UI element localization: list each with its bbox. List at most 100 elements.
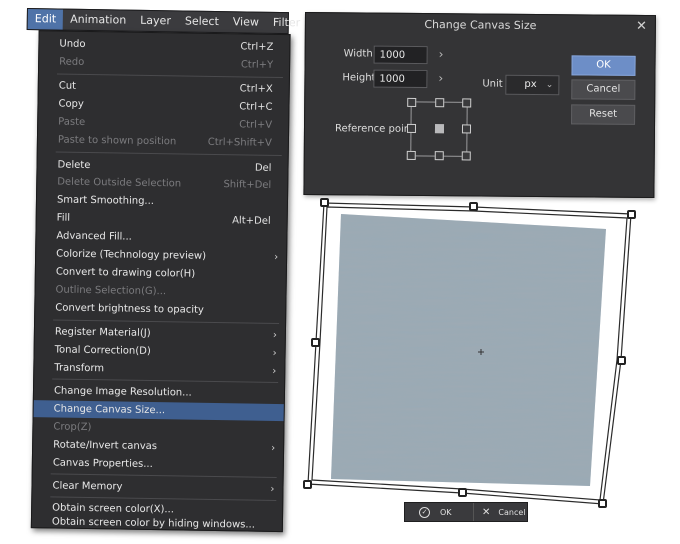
close-icon: ✕ (482, 506, 491, 518)
canvas-resize-frame (307, 202, 632, 505)
menu-item-label: Copy (58, 98, 84, 110)
menubar-layer[interactable]: Layer (133, 11, 178, 32)
menu-item-label: Clear Memory (52, 480, 123, 493)
chevron-right-icon: › (272, 365, 277, 377)
menu-item-label: Convert to drawing color(H) (55, 266, 196, 280)
change-canvas-size-dialog: Change Canvas Size ✕ Width: 1000 › Heigh… (303, 12, 656, 199)
menu-item-label: Redo (59, 56, 85, 68)
menu-item-label: Undo (59, 38, 86, 50)
menubar-filter[interactable]: Filter (266, 13, 308, 34)
ref-point-center[interactable] (434, 124, 445, 134)
cancel-button[interactable]: Cancel (571, 79, 636, 100)
menu-item-label: Obtain screen color by hiding windows... (51, 516, 256, 531)
canvas-action-bar: ✓ OK ✕ Cancel (404, 502, 528, 522)
menu-item-label: Colorize (Technology preview) (56, 248, 207, 262)
resize-handle-middle-right[interactable] (617, 356, 626, 365)
canvas-image (331, 214, 606, 486)
menu-item-paste-shown-position[interactable]: Paste to shown position Ctrl+Shift+V (38, 131, 288, 152)
resize-handle-bottom-right[interactable] (598, 499, 607, 508)
menu-item-label: Delete (57, 159, 91, 172)
menu-item-shortcut: Ctrl+V (239, 119, 273, 131)
unit-select-value: px (524, 78, 537, 91)
menu-item-convert-brightness-opacity[interactable]: Convert brightness to opacity (35, 299, 285, 320)
menu-item-shortcut: Ctrl+Z (240, 41, 274, 53)
chevron-right-icon[interactable]: › (438, 71, 443, 85)
dialog-title: Change Canvas Size (424, 18, 537, 33)
ref-point-top-center[interactable] (435, 98, 445, 108)
menu-item-label: Cut (58, 80, 77, 92)
menu-item-label: Crop(Z) (53, 421, 92, 434)
menu-item-transform[interactable]: Transform › (34, 359, 284, 380)
chevron-right-icon: › (272, 329, 277, 341)
menu-item-canvas-properties[interactable]: Canvas Properties... (33, 454, 283, 475)
menu-item-label: Rotate/Invert canvas (53, 439, 158, 453)
chevron-right-icon: › (274, 251, 279, 263)
ref-point-top-right[interactable] (462, 98, 472, 108)
canvas-cancel-button[interactable]: ✕ Cancel (473, 503, 526, 521)
menu-item-shortcut: Alt+Del (232, 215, 271, 227)
menubar-animation[interactable]: Animation (63, 10, 133, 31)
menu-item-label: Register Material(J) (54, 326, 151, 339)
menu-item-label: Advanced Fill... (56, 230, 132, 243)
canvas-ok-button[interactable]: ✓ OK (405, 503, 473, 521)
check-circle-icon: ✓ (419, 506, 430, 518)
menu-item-shortcut: Del (254, 162, 272, 174)
resize-handle-bottom-center[interactable] (458, 488, 467, 497)
menu-item-shortcut: Ctrl+C (239, 101, 273, 113)
ref-point-bottom-right[interactable] (461, 151, 471, 161)
chevron-right-icon: › (271, 442, 276, 454)
unit-select[interactable]: px ⌄ (505, 74, 560, 96)
height-label: Height (342, 72, 376, 84)
menu-item-shortcut: Ctrl+X (239, 83, 273, 95)
chevron-right-icon: › (272, 347, 277, 359)
menu-item-label: Paste (58, 116, 86, 128)
menu-item-label: Change Canvas Size... (53, 403, 166, 417)
unit-label: Unit (482, 78, 503, 90)
close-icon[interactable]: ✕ (636, 16, 647, 38)
menu-item-label: Transform (54, 362, 105, 375)
menubar-select[interactable]: Select (178, 11, 226, 32)
edit-menu-dropdown: Undo Ctrl+Z Redo Ctrl+Y Cut Ctrl+X Copy Ctrl… (30, 30, 291, 534)
chevron-right-icon: › (270, 483, 275, 495)
menu-item-label: Outline Selection(G)... (55, 284, 167, 298)
menu-item-shortcut: Ctrl+Y (240, 59, 274, 71)
resize-handle-middle-left[interactable] (311, 338, 320, 347)
reset-button[interactable]: Reset (571, 104, 636, 125)
resize-handle-top-center[interactable] (469, 202, 478, 211)
chevron-right-icon[interactable]: › (439, 47, 444, 61)
ref-point-middle-right[interactable] (461, 124, 472, 134)
menu-item-label: Canvas Properties... (52, 457, 153, 471)
menu-item-redo[interactable]: Redo Ctrl+Y (39, 53, 289, 74)
reference-point-grid (406, 97, 472, 161)
menu-item-label: Convert brightness to opacity (55, 302, 204, 316)
menu-item-label: Delete Outside Selection (57, 176, 182, 190)
ref-point-middle-left[interactable] (406, 123, 417, 133)
resize-handle-bottom-left[interactable] (303, 480, 312, 489)
menu-item-label: Fill (56, 212, 71, 224)
resize-handle-top-left[interactable] (320, 198, 329, 207)
ok-button[interactable]: OK (571, 55, 636, 76)
width-label: Width: (343, 48, 377, 60)
width-field[interactable]: 1000 (373, 45, 428, 65)
menubar-edit[interactable]: Edit (27, 9, 64, 30)
canvas-cancel-label: Cancel (498, 507, 526, 517)
menubar-view[interactable]: View (226, 12, 266, 33)
menu-item-shortcut: Ctrl+Shift+V (207, 136, 272, 149)
chevron-down-icon: ⌄ (545, 80, 554, 91)
menu-item-label: Paste to shown position (57, 134, 177, 148)
menu-item-label: Change Image Resolution... (53, 385, 192, 399)
canvas-ok-label: OK (440, 507, 452, 517)
menu-item-obtain-screen-color-hiding[interactable]: Obtain screen color by hiding windows... (32, 513, 282, 534)
ref-point-top-left[interactable] (407, 97, 417, 107)
menu-separator (55, 151, 282, 157)
menu-item-shortcut: Shift+Del (223, 179, 272, 191)
edit-menu: Edit Animation Layer Select View Filter … (19, 8, 300, 534)
ref-point-bottom-left[interactable] (406, 150, 416, 160)
menu-item-clear-memory[interactable]: Clear Memory › (32, 477, 282, 498)
ref-point-bottom-center[interactable] (434, 151, 444, 161)
menu-item-label: Tonal Correction(D) (54, 344, 151, 357)
height-field[interactable]: 1000 (373, 69, 428, 89)
center-crosshair (478, 349, 484, 355)
resize-handle-top-right[interactable] (627, 210, 636, 219)
reference-point-label: Reference point (334, 123, 415, 135)
